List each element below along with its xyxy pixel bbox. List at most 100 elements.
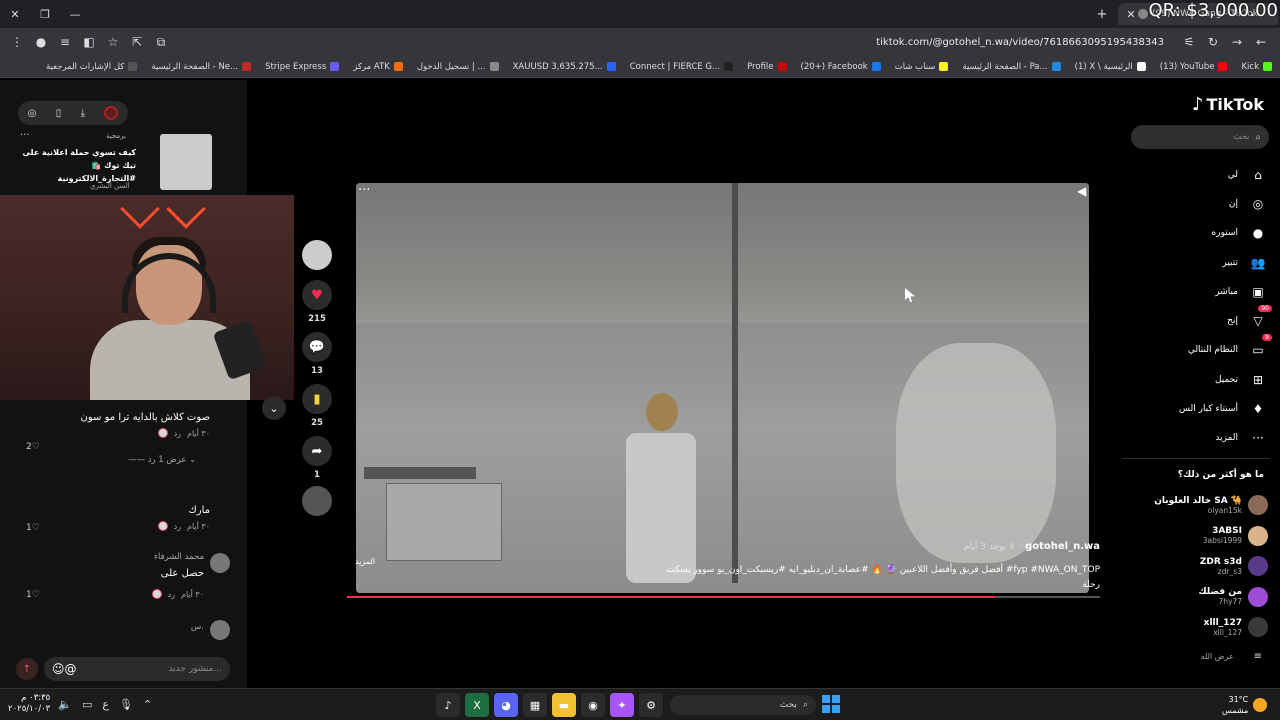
profile-avatar[interactable]: ● bbox=[30, 31, 52, 53]
chevron-up-icon[interactable]: ⌃ bbox=[143, 698, 152, 711]
new-tab-button[interactable]: + bbox=[1092, 7, 1112, 22]
chevron-down-icon[interactable]: ⌄ bbox=[262, 396, 286, 420]
bookmark-item[interactable]: سناب شات bbox=[895, 62, 949, 72]
ad-thumbnail[interactable] bbox=[160, 134, 212, 190]
clock[interactable]: ٠٣:٣٥ م ٢٠٢٥/١٠/٠٣ bbox=[8, 693, 50, 715]
compass-icon[interactable]: ◎ bbox=[28, 108, 37, 119]
discord-app-icon[interactable]: ◕ bbox=[494, 693, 518, 717]
reading-list-icon[interactable]: ≡ bbox=[54, 31, 76, 53]
sidebar-item-live[interactable]: مباشر ▣ bbox=[1160, 277, 1268, 306]
chrome-app-icon[interactable]: ◉ bbox=[581, 693, 605, 717]
bookmark-item[interactable]: مركز ATK bbox=[353, 62, 403, 72]
bookmark-item[interactable]: XAUUSD 3,635.275... bbox=[513, 62, 616, 72]
bookmark-item[interactable]: الصفحة الرئيسية - Ne... bbox=[151, 62, 252, 72]
record-icon[interactable] bbox=[104, 106, 119, 120]
sidebar-item-more[interactable]: المزيد ··· bbox=[1160, 424, 1268, 453]
suggested-account[interactable]: 3ABSI 3absi1999 bbox=[1130, 521, 1268, 552]
star-icon[interactable]: ☆ bbox=[102, 31, 124, 53]
bookmark-item[interactable]: الصفحة الرئيسية - Pa... bbox=[962, 62, 1061, 72]
sidebar-item-profile[interactable]: استوره ● bbox=[1160, 219, 1268, 248]
emoji-icon[interactable]: ☺ bbox=[52, 662, 65, 676]
weather-widget[interactable]: 31°C مشمس bbox=[1222, 694, 1248, 716]
video-options-icon[interactable]: ··· bbox=[358, 183, 370, 198]
site-settings-icon[interactable]: ⚟ bbox=[1178, 31, 1200, 53]
settings-app-icon[interactable]: ⚙ bbox=[639, 693, 663, 717]
share-icon[interactable]: ⇱ bbox=[126, 31, 148, 53]
reload-icon[interactable]: ↻ bbox=[1202, 31, 1224, 53]
comment-action[interactable]: 💬 13 bbox=[300, 332, 334, 376]
folder-app-icon[interactable]: ▬ bbox=[552, 693, 576, 717]
share-icon[interactable]: ➦ bbox=[302, 436, 332, 466]
video-username[interactable]: gotohel_n.wa bbox=[1025, 541, 1100, 552]
account-avatar[interactable] bbox=[1248, 617, 1268, 638]
like-button[interactable]: 1♡ bbox=[26, 523, 40, 533]
back-icon[interactable]: ← bbox=[1250, 31, 1272, 53]
language-icon[interactable]: ع bbox=[102, 698, 109, 711]
tiktok-logo[interactable]: ♪ TikTok bbox=[1192, 94, 1264, 115]
minimize-window-icon[interactable]: — bbox=[60, 0, 90, 28]
share-action[interactable]: ➦ 1 bbox=[300, 436, 334, 480]
sidebar-item-home[interactable]: لي ⌂ bbox=[1160, 160, 1268, 189]
like-button[interactable]: 2♡ bbox=[26, 442, 40, 452]
bookmark-item[interactable]: Stripe Express bbox=[265, 62, 340, 72]
download-icon[interactable]: ⤓ bbox=[81, 108, 85, 119]
see-more-button[interactable]: عرض الله ≡ bbox=[1170, 651, 1262, 662]
close-tab-icon[interactable]: ✕ bbox=[1124, 3, 1138, 25]
menu-icon[interactable]: ⋮ bbox=[6, 31, 28, 53]
ad-title[interactable]: كيف تسوي حملة اعلانية على تيك توك 🛍️ #ال… bbox=[20, 146, 136, 185]
copilot-app-icon[interactable]: ✦ bbox=[610, 693, 634, 717]
sound-avatar[interactable] bbox=[302, 486, 332, 516]
bookmark-item[interactable]: كل الإشارات المرجعية bbox=[46, 62, 138, 72]
bookmark-item[interactable]: (20+) Facebook bbox=[801, 62, 881, 72]
comment-author[interactable]: س. bbox=[20, 622, 204, 632]
taskbar-search[interactable]: بحث ⌕ bbox=[670, 695, 816, 715]
comment-author[interactable]: محمد الشرفاء bbox=[20, 552, 204, 562]
video-progress-bar[interactable] bbox=[347, 596, 1100, 598]
sidebar-item-upload[interactable]: تحميل ⊞ bbox=[1160, 365, 1268, 394]
author-avatar[interactable] bbox=[302, 240, 332, 270]
bookmark-item[interactable]: Connect | FIERCE G... bbox=[630, 62, 734, 72]
account-avatar[interactable] bbox=[1248, 556, 1268, 577]
comment-icon[interactable]: 💬 bbox=[302, 332, 332, 362]
reply-button[interactable]: رد bbox=[168, 590, 175, 599]
like-action[interactable]: ♥ 215 bbox=[300, 280, 334, 324]
account-avatar[interactable] bbox=[1248, 525, 1268, 546]
restore-window-icon[interactable]: ❐ bbox=[30, 0, 60, 28]
excel-app-icon[interactable]: X bbox=[465, 693, 489, 717]
video-player[interactable] bbox=[356, 183, 1089, 593]
extensions-icon[interactable]: ◧ bbox=[78, 31, 100, 53]
sidebar-item-coin[interactable]: أسنتاء كبار الس ♦ bbox=[1160, 394, 1268, 423]
commenter-avatar[interactable] bbox=[210, 620, 230, 640]
reply-button[interactable]: رد bbox=[174, 429, 181, 438]
address-bar[interactable]: tiktok.com/@gotohel_n.wa/video/761866309… bbox=[180, 31, 1172, 53]
sidebar-item-following[interactable]: تتبير 👥 bbox=[1160, 248, 1268, 277]
bookmark-item[interactable]: (1) X \ الرئيسية bbox=[1075, 62, 1146, 72]
sidebar-item-compass[interactable]: إن ◎ bbox=[1160, 189, 1268, 218]
sidebar-item-messages[interactable]: النظام النتالي ▭ 9 bbox=[1160, 334, 1272, 365]
mic-icon[interactable]: 🎙 bbox=[119, 698, 133, 711]
comment-input[interactable]: ☺ @ منشور جديد... bbox=[44, 657, 230, 681]
account-avatar[interactable] bbox=[1248, 586, 1268, 607]
like-button[interactable]: 1♡ bbox=[26, 590, 40, 600]
tiktok-app-icon[interactable]: ♪ bbox=[436, 693, 460, 717]
search-icon[interactable]: ⌕ bbox=[1255, 132, 1261, 143]
sidebar-item-inbox[interactable]: إنح ▽ 90 bbox=[1160, 305, 1272, 335]
save-action[interactable]: ▮ 25 bbox=[300, 384, 334, 428]
send-icon[interactable]: ↑ bbox=[16, 658, 38, 680]
suggested-account[interactable]: خالد العلوبان SA 🐪 olyan15k bbox=[1130, 490, 1268, 521]
bookmark-icon[interactable]: ▮ bbox=[302, 384, 332, 414]
view-replies-button[interactable]: —— عرض 1 رد ⌄ bbox=[128, 455, 196, 465]
bookmark-item[interactable]: تسجيل الدخول | ... bbox=[417, 62, 499, 72]
bookmark-item[interactable]: Kick bbox=[1241, 62, 1272, 72]
account-avatar[interactable] bbox=[1248, 495, 1268, 516]
heart-icon[interactable]: ♥ bbox=[302, 280, 332, 310]
commenter-avatar[interactable] bbox=[210, 553, 230, 573]
volume-icon[interactable]: ◀ bbox=[1077, 184, 1086, 198]
speaker-icon[interactable]: 🔈 bbox=[58, 698, 72, 711]
reply-button[interactable]: رد bbox=[174, 522, 181, 531]
suggested-account[interactable]: ZDR s3d zdr_s3 bbox=[1130, 551, 1268, 582]
mention-icon[interactable]: @ bbox=[65, 662, 77, 676]
close-window-icon[interactable]: ✕ bbox=[0, 0, 30, 28]
bookmark-item[interactable]: Profile bbox=[747, 62, 787, 72]
more-options-icon[interactable]: ··· bbox=[20, 130, 30, 141]
